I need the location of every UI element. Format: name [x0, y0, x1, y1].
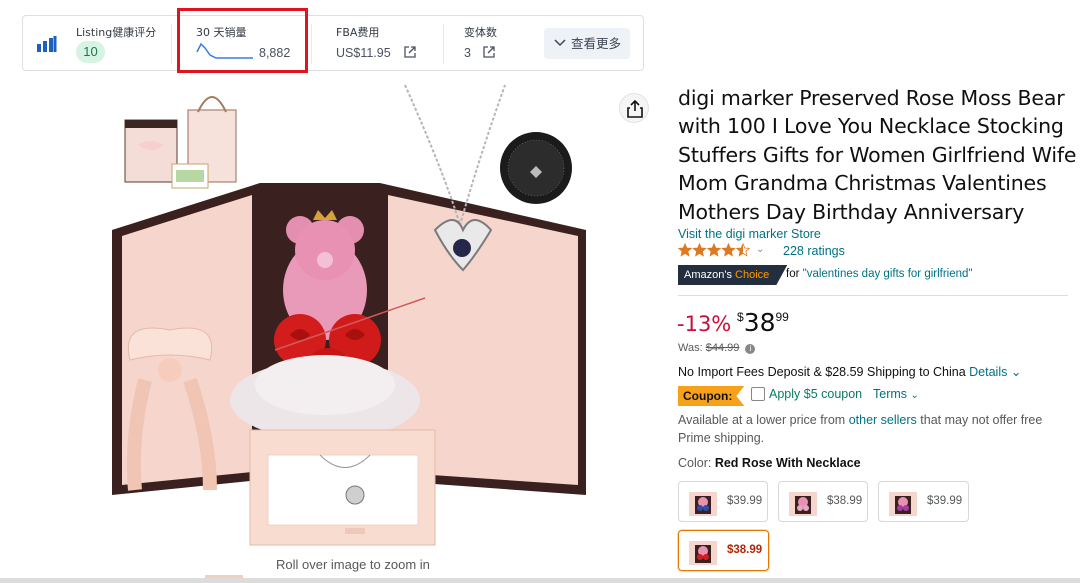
view-more-button[interactable]: 查看更多	[544, 28, 630, 59]
variant-price: $39.99	[727, 495, 763, 507]
variant-thumbnail	[689, 492, 717, 516]
external-link-icon[interactable]	[404, 46, 416, 58]
highlight-box	[177, 8, 308, 73]
lower-price-notice: Available at a lower price from other se…	[678, 411, 1068, 447]
rating-stars-icon[interactable]	[678, 243, 750, 258]
variant-swatch[interactable]: $39.99	[678, 481, 768, 522]
fba-label: FBA费用	[336, 26, 380, 39]
ratings-count-link[interactable]: 228 ratings	[783, 244, 845, 258]
current-price: $3899	[737, 308, 789, 337]
variant-thumbnail	[889, 492, 917, 516]
divider	[311, 24, 312, 64]
chevron-down-icon: ⌄	[910, 390, 919, 401]
choice-badge-accent: Choice	[735, 269, 770, 281]
variants-label: 变体数	[464, 26, 497, 39]
coupon-label[interactable]: Apply $5 coupon	[769, 387, 862, 401]
product-title: digi marker Preserved Rose Moss Bear wit…	[678, 86, 1077, 224]
was-label: Was:	[678, 342, 703, 354]
coupon-terms-label: Terms	[873, 387, 908, 401]
shipping-row: No Import Fees Deposit & $28.59 Shipping…	[678, 364, 1021, 379]
was-price: $44.99	[705, 342, 740, 354]
lower-price-text-a: Available at a lower price from	[678, 413, 846, 427]
coupon-terms-link[interactable]: Terms ⌄	[873, 387, 919, 401]
other-sellers-link[interactable]: other sellers	[849, 413, 917, 427]
variants-cell: 变体数	[464, 24, 497, 40]
product-main-image[interactable]	[100, 80, 600, 555]
variant-price: $38.99	[827, 495, 863, 507]
divider	[171, 24, 172, 64]
variant-price: $39.99	[927, 495, 963, 507]
listing-score-cell: Listing健康评分	[76, 24, 156, 40]
zoom-hint: Roll over image to zoom in	[276, 557, 430, 572]
coupon-tag: Coupon:	[678, 386, 745, 406]
amazons-choice-badge: Amazon's Choice	[678, 265, 788, 285]
choice-query-link[interactable]: "valentines day gifts for girlfriend"	[803, 268, 973, 280]
listing-score-badge: 10	[76, 41, 105, 63]
choice-keyword: for "valentines day gifts for girlfriend…	[786, 268, 973, 280]
divider	[678, 295, 1068, 296]
chevron-down-icon[interactable]: ⌄	[1011, 365, 1021, 379]
chevron-down-icon	[554, 39, 566, 47]
was-price-row: Was: $44.99 i	[678, 342, 756, 354]
color-value: Red Rose With Necklace	[714, 456, 861, 470]
variant-thumbnail	[789, 492, 817, 516]
price-whole: 38	[743, 308, 776, 337]
color-label: Color:	[678, 456, 712, 470]
share-button[interactable]	[619, 93, 649, 123]
external-link-icon[interactable]	[483, 46, 495, 58]
rating-dropdown-icon[interactable]: ⌄	[756, 244, 764, 255]
variant-price: $38.99	[727, 544, 763, 556]
price-cents: 99	[775, 310, 789, 324]
fba-value: US$11.95	[336, 46, 391, 60]
coupon-checkbox[interactable]	[751, 387, 765, 401]
store-link[interactable]: Visit the digi marker Store	[678, 227, 821, 241]
variant-swatch[interactable]: $38.99	[778, 481, 868, 522]
choice-badge-prefix: Amazon's	[684, 269, 732, 281]
price-currency: $	[737, 310, 744, 324]
divider	[443, 24, 444, 64]
listing-score-label: Listing健康评分	[76, 26, 157, 39]
bar-chart-logo-icon	[37, 36, 57, 52]
discount-percent: -13%	[677, 312, 732, 336]
shipping-details-link[interactable]: Details	[969, 365, 1007, 379]
variants-value: 3	[464, 46, 471, 60]
color-selection-label: Color: Red Rose With Necklace	[678, 456, 861, 470]
variant-swatch-selected[interactable]: $38.99	[678, 530, 769, 571]
choice-for-prefix: for	[786, 268, 800, 280]
view-more-label: 查看更多	[571, 36, 622, 51]
fba-cell: FBA费用	[336, 24, 379, 40]
variant-thumbnail	[689, 541, 717, 565]
share-icon	[627, 100, 643, 118]
page-bottom-edge	[0, 578, 1080, 583]
metrics-bar: Listing健康评分 10 30 天销量 8,882 FBA费用 US$11.…	[22, 15, 644, 71]
shipping-text: No Import Fees Deposit & $28.59 Shipping…	[678, 365, 966, 379]
variant-swatch[interactable]: $39.99	[878, 481, 969, 522]
info-icon[interactable]: i	[745, 344, 756, 354]
